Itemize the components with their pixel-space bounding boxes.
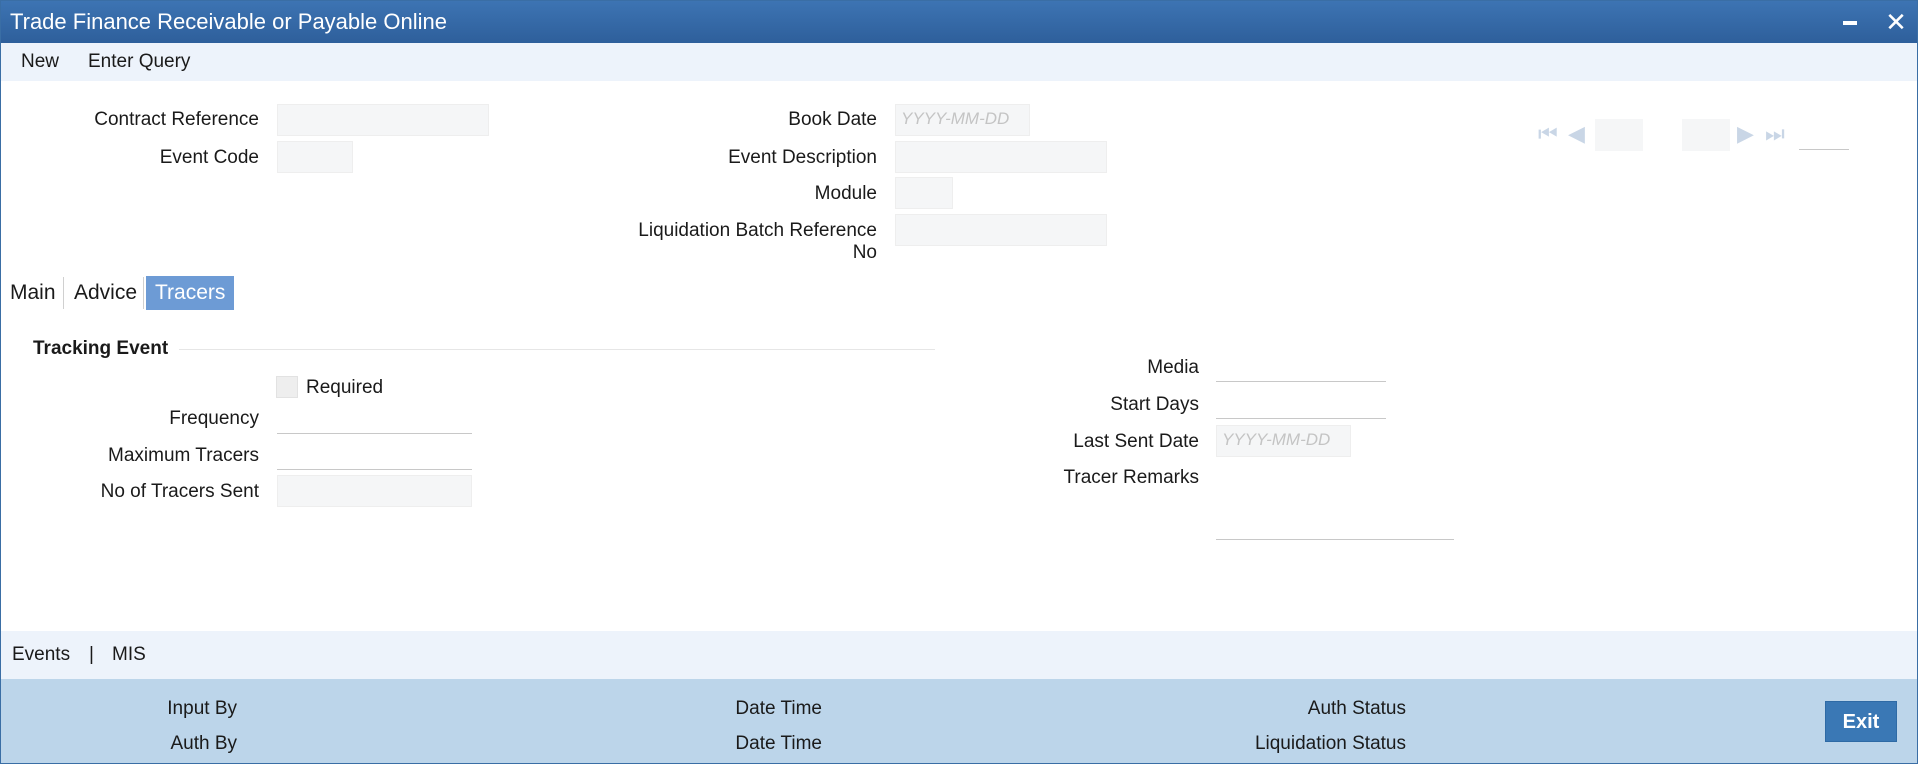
- menu-bar: New Enter Query: [1, 43, 1917, 81]
- event-code-label: Event Code: [159, 147, 259, 168]
- close-icon[interactable]: ✕: [1881, 7, 1911, 37]
- liquidation-batch-reference-label: Liquidation Batch Reference: [638, 220, 877, 241]
- bottom-nav-separator: |: [89, 644, 94, 665]
- start-days-field[interactable]: [1216, 388, 1386, 419]
- event-description-label: Event Description: [728, 147, 877, 168]
- first-record-icon[interactable]: ⏮: [1538, 121, 1558, 147]
- mis-link[interactable]: MIS: [112, 644, 146, 666]
- current-record-field[interactable]: [1595, 119, 1643, 151]
- bottom-nav-bar: Events | MIS: [1, 631, 1917, 679]
- auth-status-label: Auth Status: [1307, 698, 1406, 719]
- section-divider: [179, 349, 935, 350]
- tab-tracers[interactable]: Tracers: [146, 276, 235, 310]
- event-description-field[interactable]: [895, 141, 1107, 173]
- auth-by-label: Auth By: [170, 733, 237, 754]
- tab-divider: [143, 277, 144, 309]
- exit-button[interactable]: Exit: [1825, 701, 1897, 742]
- module-field[interactable]: [895, 177, 953, 209]
- input-by-label: Input By: [167, 698, 237, 719]
- no-of-tracers-sent-label: No of Tracers Sent: [100, 481, 259, 502]
- required-label: Required: [306, 377, 384, 398]
- tracer-remarks-field[interactable]: [1216, 469, 1454, 540]
- maximum-tracers-label: Maximum Tracers: [108, 445, 259, 466]
- event-code-field[interactable]: [277, 141, 353, 173]
- next-record-icon[interactable]: ▶: [1737, 121, 1754, 147]
- module-label: Module: [814, 183, 877, 204]
- liquidation-status-label: Liquidation Status: [1254, 733, 1406, 754]
- book-date-label: Book Date: [788, 109, 877, 130]
- previous-record-icon[interactable]: ◀: [1568, 121, 1585, 147]
- book-date-field[interactable]: YYYY-MM-DD: [895, 104, 1030, 136]
- last-sent-date-placeholder: YYYY-MM-DD: [1222, 430, 1331, 449]
- frequency-label: Frequency: [169, 408, 259, 429]
- goto-record-field[interactable]: [1799, 119, 1849, 150]
- tab-divider: [63, 277, 64, 309]
- minimize-icon[interactable]: [1835, 7, 1865, 37]
- tracer-remarks-label: Tracer Remarks: [1063, 467, 1199, 488]
- last-record-icon[interactable]: ⏭: [1765, 121, 1785, 147]
- start-days-label: Start Days: [1110, 394, 1199, 415]
- tab-main[interactable]: Main: [1, 276, 65, 310]
- liquidation-batch-reference-label-no: No: [852, 242, 877, 263]
- auth-date-time-label: Date Time: [735, 733, 822, 754]
- required-checkbox[interactable]: [276, 376, 298, 398]
- contract-reference-label: Contract Reference: [94, 109, 259, 130]
- media-label: Media: [1147, 357, 1199, 378]
- no-of-tracers-sent-field[interactable]: [277, 475, 472, 507]
- title-bar: Trade Finance Receivable or Payable Onli…: [1, 1, 1917, 43]
- liquidation-batch-reference-field[interactable]: [895, 214, 1107, 246]
- frequency-field[interactable]: [277, 403, 472, 434]
- trade-finance-window: Trade Finance Receivable or Payable Onli…: [0, 0, 1918, 764]
- audit-footer: Input By Auth By Date Time Date Time Aut…: [1, 679, 1917, 763]
- maximum-tracers-field[interactable]: [277, 439, 472, 470]
- book-date-placeholder: YYYY-MM-DD: [901, 109, 1010, 128]
- enter-query-button[interactable]: Enter Query: [88, 51, 190, 73]
- total-records-field[interactable]: [1682, 119, 1730, 151]
- window-title: Trade Finance Receivable or Payable Onli…: [10, 9, 447, 34]
- events-link[interactable]: Events: [12, 644, 70, 666]
- media-field[interactable]: [1216, 351, 1386, 382]
- new-button[interactable]: New: [21, 51, 59, 73]
- last-sent-date-label: Last Sent Date: [1073, 431, 1199, 452]
- tab-advice[interactable]: Advice: [65, 276, 146, 310]
- date-time-label: Date Time: [735, 698, 822, 719]
- tracking-event-heading: Tracking Event: [33, 338, 169, 359]
- last-sent-date-field[interactable]: YYYY-MM-DD: [1216, 425, 1351, 457]
- contract-reference-field[interactable]: [277, 104, 489, 136]
